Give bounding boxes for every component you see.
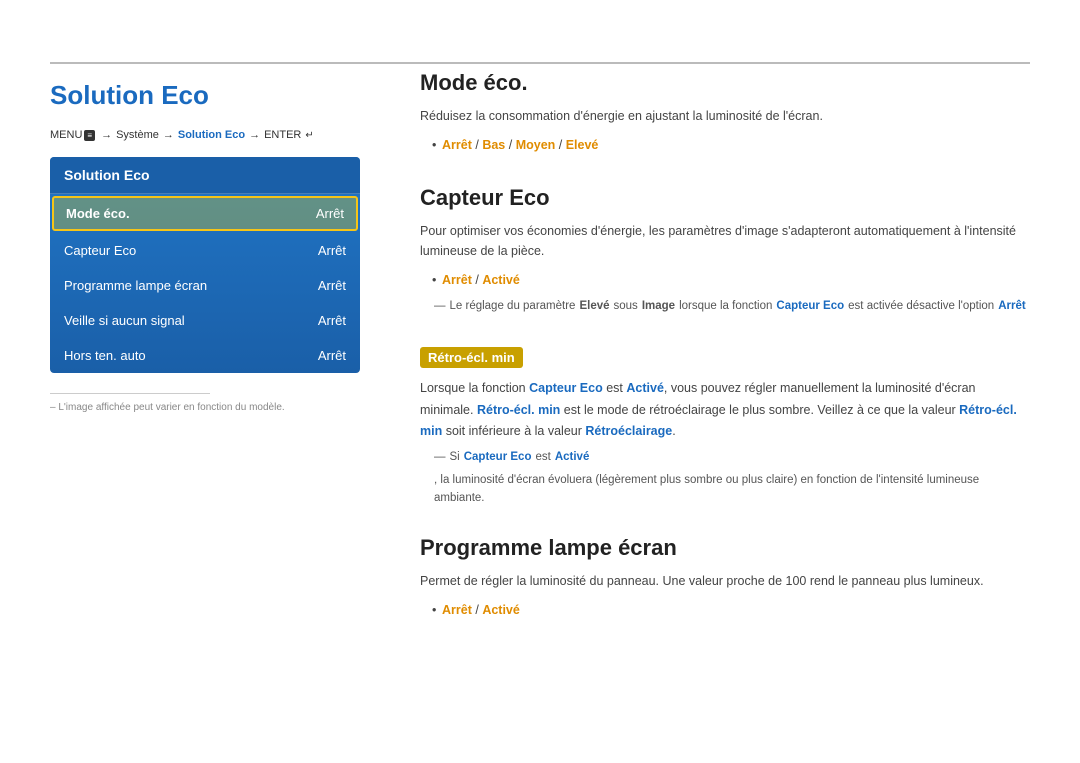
note-image: Image: [642, 297, 675, 315]
section-mode-eco-desc: Réduisez la consommation d'énergie en aj…: [420, 106, 1030, 126]
capteur-option-active: Activé: [482, 273, 520, 287]
arrow-2: →: [163, 129, 174, 141]
menu-item-hors-ten[interactable]: Hors ten. auto Arrêt: [50, 338, 360, 373]
bullet-capteur-eco-options: Arrêt / Activé: [432, 269, 1030, 292]
sep2: /: [509, 138, 516, 152]
menu-panel: Solution Eco Mode éco. Arrêt Capteur Eco…: [50, 157, 360, 373]
menu-label: MENU: [50, 129, 82, 141]
note-arret-ref: Arrêt: [998, 297, 1025, 315]
note-text-3: lorsque la fonction: [679, 297, 772, 315]
option-moyen: Moyen: [516, 138, 556, 152]
menu-item-programme-lampe-value: Arrêt: [318, 278, 346, 293]
option-arret: Arrêt: [442, 138, 472, 152]
menu-item-mode-eco-label: Mode éco.: [66, 206, 130, 221]
retro-ecl-highlight: Rétro-écl. min: [420, 347, 523, 368]
breadcrumb-enter: ENTER: [264, 129, 301, 141]
menu-item-mode-eco[interactable]: Mode éco. Arrêt: [52, 196, 358, 231]
note-capteur-eco-ref: Capteur Eco: [776, 297, 844, 315]
menu-item-hors-ten-label: Hors ten. auto: [64, 348, 146, 363]
arrow-3: →: [249, 129, 260, 141]
lampe-option-arret: Arrêt: [442, 603, 472, 617]
lampe-option-active: Activé: [482, 603, 520, 617]
menu-item-programme-lampe-label: Programme lampe écran: [64, 278, 207, 293]
retro-eclairage-ref: Rétroéclairage: [585, 424, 672, 438]
menu-icon-box: ≡: [84, 130, 95, 141]
section-mode-eco-title: Mode éco.: [420, 70, 1030, 96]
section-capteur-eco: Capteur Eco Pour optimiser vos économies…: [420, 185, 1030, 316]
section-programme-lampe-title: Programme lampe écran: [420, 535, 1030, 561]
menu-item-programme-lampe[interactable]: Programme lampe écran Arrêt: [50, 268, 360, 303]
note-text-1: Le réglage du paramètre: [450, 297, 576, 315]
section-mode-eco-bullets: Arrêt / Bas / Moyen / Elevé: [420, 134, 1030, 157]
retro-note-text-1: Si: [450, 448, 460, 466]
menu-item-mode-eco-value: Arrêt: [316, 206, 344, 221]
menu-item-veille[interactable]: Veille si aucun signal Arrêt: [50, 303, 360, 338]
section-mode-eco: Mode éco. Réduisez la consommation d'éne…: [420, 70, 1030, 157]
retro-ecl-min-ref1: Rétro-écl. min: [477, 403, 560, 417]
retro-note-text-3: , la luminosité d'écran évoluera (légère…: [434, 471, 1030, 508]
retro-note-active: Activé: [555, 448, 590, 466]
retro-note-text-2: est: [535, 448, 550, 466]
section-capteur-eco-title: Capteur Eco: [420, 185, 1030, 211]
menu-item-veille-label: Veille si aucun signal: [64, 313, 185, 328]
bullet-mode-eco-options: Arrêt / Bas / Moyen / Elevé: [432, 134, 1030, 157]
retro-capteur-eco-ref: Capteur Eco: [529, 381, 603, 395]
note-text-4: est activée désactive l'option: [848, 297, 994, 315]
option-eleve: Elevé: [566, 138, 599, 152]
enter-icon: ↵: [305, 130, 313, 141]
menu-item-capteur-eco-label: Capteur Eco: [64, 243, 136, 258]
section-programme-lampe-bullets: Arrêt / Activé: [420, 599, 1030, 622]
page-title: Solution Eco: [50, 80, 360, 111]
retro-ecl-desc: Lorsque la fonction Capteur Eco est Acti…: [420, 378, 1030, 442]
menu-item-hors-ten-value: Arrêt: [318, 348, 346, 363]
top-divider: [50, 62, 1030, 64]
menu-item-capteur-eco[interactable]: Capteur Eco Arrêt: [50, 233, 360, 268]
capteur-eco-note: Le réglage du paramètre Elevé sous Image…: [434, 297, 1030, 315]
section-capteur-eco-bullets: Arrêt / Activé: [420, 269, 1030, 292]
retro-ecl-note: Si Capteur Eco est Activé , la luminosit…: [434, 448, 1030, 507]
retro-active-ref: Activé: [626, 381, 664, 395]
footnote-divider: [50, 393, 210, 394]
sep3: /: [559, 138, 566, 152]
breadcrumb: MENU ≡ → Système → Solution Eco → ENTER …: [50, 129, 360, 141]
menu-item-capteur-eco-value: Arrêt: [318, 243, 346, 258]
section-programme-lampe-desc: Permet de régler la luminosité du pannea…: [420, 571, 1030, 591]
section-programme-lampe: Programme lampe écran Permet de régler l…: [420, 535, 1030, 622]
left-column: Solution Eco MENU ≡ → Système → Solution…: [50, 40, 360, 723]
retro-note-capteur: Capteur Eco: [464, 448, 532, 466]
menu-panel-title: Solution Eco: [50, 157, 360, 194]
section-retro-ecl: Rétro-écl. min Lorsque la fonction Capte…: [420, 343, 1030, 507]
footnote: – L'image affichée peut varier en foncti…: [50, 402, 360, 413]
note-eleve: Elevé: [579, 297, 609, 315]
breadcrumb-systeme: Système: [116, 129, 159, 141]
bullet-programme-lampe-options: Arrêt / Activé: [432, 599, 1030, 622]
capteur-option-arret: Arrêt: [442, 273, 472, 287]
section-capteur-eco-desc: Pour optimiser vos économies d'énergie, …: [420, 221, 1030, 261]
breadcrumb-solution-eco: Solution Eco: [178, 129, 245, 141]
option-bas: Bas: [482, 138, 505, 152]
note-text-2: sous: [614, 297, 638, 315]
arrow-1: →: [101, 129, 112, 141]
right-column: Mode éco. Réduisez la consommation d'éne…: [420, 40, 1030, 723]
menu-item-veille-value: Arrêt: [318, 313, 346, 328]
